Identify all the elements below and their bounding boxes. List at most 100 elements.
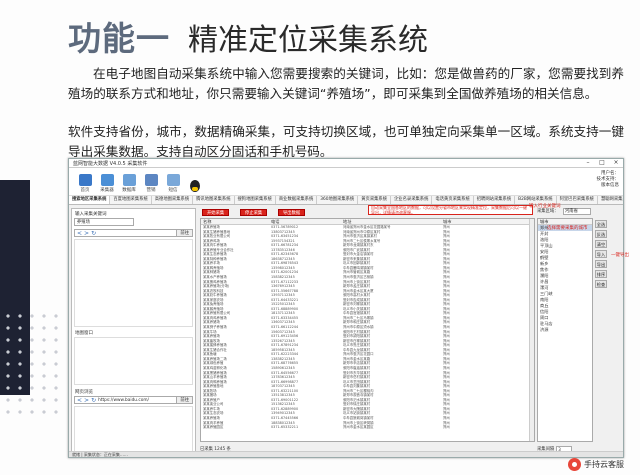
qq-icon xyxy=(190,180,200,192)
slide: 功能一 精准定位采集系统 在电子地图自动采集系统中输入您需要搜索的关键词，比如：… xyxy=(0,0,640,475)
maximize-icon[interactable]: □ xyxy=(595,159,609,167)
column-phone: 电话 xyxy=(271,219,280,224)
column-address: 地址 xyxy=(343,219,352,224)
region-button-4[interactable]: 导出 xyxy=(595,260,607,268)
province-select[interactable]: 河南省 xyxy=(563,208,591,215)
back-icon[interactable]: < xyxy=(77,397,82,404)
city-items: 郑州 开封 洛阳 平顶山 安阳 鹤壁 新乡 焦作 濮阳 许昌 漯河 三门峡 南阳 商丘 信阳 周口 驻马店 济源 xyxy=(538,225,592,333)
vertical-scrollbar[interactable] xyxy=(529,219,534,441)
window-title: 蓝网智能大数据 V4.0.5 采集软件 xyxy=(73,160,148,167)
toolbar-item-2[interactable]: 数据库 xyxy=(119,174,139,193)
refresh-icon[interactable]: ↻ xyxy=(91,397,96,404)
results-table[interactable]: 名称 电话 地址 城市 某某养殖场 0371-56789012 河南省郑州市金水区花… xyxy=(200,218,535,442)
search-label: 输入采集关键词 xyxy=(75,212,107,217)
description-paragraph-2: 软件支持省份，城市，数据精确采集，可支持切换区域，也可单独定向采集单一区域。系统… xyxy=(68,124,624,159)
region-button-2[interactable]: 清空 xyxy=(595,240,607,248)
watermark: 手持云客服 xyxy=(568,458,624,471)
tab-4[interactable]: 搜狗地图采集系统 xyxy=(234,196,276,204)
toolbar-info: 用户名： 技术支持： 版本信息 xyxy=(597,171,620,189)
table-row[interactable]: 某某养殖园区 0371-65332211 郑州市金水区某园区 郑州 xyxy=(201,425,534,430)
tab-12[interactable]: 阿里巴巴采集系统 xyxy=(556,196,598,204)
collector-icon xyxy=(100,174,114,186)
city-list[interactable]: 城市 郑州 开封 洛阳 平顶山 安阳 鹤壁 新乡 焦作 濮阳 许昌 漯河 三门峡 南阳 商丘 信阳 周口 驻马店… xyxy=(537,218,593,442)
toolbar-label: 营销 xyxy=(146,188,156,193)
annotation-export: 一键导出 xyxy=(611,253,629,258)
watermark-text: 手持云客服 xyxy=(584,460,624,469)
tab-2[interactable]: 高德地图采集系统 xyxy=(151,196,194,204)
toolbar-item-0[interactable]: 首页 xyxy=(75,174,95,193)
region-buttons: 全选反选清空导入导出排序检查 xyxy=(595,220,607,290)
title-prefix: 功能一 xyxy=(68,19,170,58)
province-value: 河南省 xyxy=(565,209,578,214)
status-bar: 就绪 | 采集状态：正在采集…… xyxy=(69,451,623,457)
tab-3[interactable]: 腾讯地图采集系统 xyxy=(193,196,235,204)
tab-10[interactable]: 招聘网站采集系统 xyxy=(473,196,516,204)
start-collect-button[interactable]: 开始采集 xyxy=(202,209,230,216)
browser-address-bar[interactable]: < > ↻ https://www.baidu.com/ 前往 xyxy=(74,396,193,404)
tab-7[interactable]: 黄页采集系统 xyxy=(358,196,392,204)
window-titlebar: 蓝网智能大数据 V4.0.5 采集软件 – □ × xyxy=(69,159,623,168)
tab-13[interactable]: 慧聪网采集系统 xyxy=(597,196,623,204)
close-icon[interactable]: × xyxy=(609,159,623,167)
forward-icon[interactable]: > xyxy=(84,397,89,404)
tab-1[interactable]: 百度地图采集系统 xyxy=(110,196,152,204)
browser-label: 网页浏览 xyxy=(75,390,93,395)
toolbar-item-5[interactable] xyxy=(185,180,205,193)
annotation-city: 选择需要采集的城市 xyxy=(547,226,588,231)
browser-pane[interactable] xyxy=(74,406,193,452)
browser-address-value: https://www.baidu.com/ xyxy=(98,397,150,403)
map-window-label: 地图窗口 xyxy=(75,331,93,336)
main-toolbar: 首页 采集器 数据库 营销 短信 用户名： 技术支持： 版本信息 xyxy=(69,168,623,196)
region-button-0[interactable]: 全选 xyxy=(595,220,607,228)
feature-annotation: 自动采集全国各地区的数据，可以设置分省市地区来实现精准定位，采集数据后可以一键导… xyxy=(368,205,533,215)
action-buttons: 开始采集 停止采集 导出数据 自动采集全国各地区的数据，可以设置分省市地区来实现… xyxy=(200,205,535,217)
home-icon xyxy=(78,174,92,186)
sms-icon xyxy=(166,174,180,186)
keyword-value: 养殖场 xyxy=(77,220,90,225)
tab-8[interactable]: 企业名录采集系统 xyxy=(391,196,433,204)
toolbar-info-line: 版本信息 xyxy=(601,183,619,188)
region-button-5[interactable]: 排序 xyxy=(595,270,607,278)
toolbar-label: 首页 xyxy=(80,188,90,193)
table-cell: 郑州市金水区某园区 xyxy=(343,425,374,430)
tab-5[interactable]: 商业数据采集系统 xyxy=(275,196,318,204)
left-panel: 输入采集关键词 养殖场 < > ↻ 前往 地图窗口 网页浏览 < > ↻ htt… xyxy=(71,208,196,454)
region-button-3[interactable]: 导入 xyxy=(595,250,607,258)
description-paragraph-1: 在电子地图自动采集系统中输入您需要搜索的关键词，比如：您是做兽药的厂家，您需要找… xyxy=(68,66,624,101)
go-button[interactable]: 前往 xyxy=(176,397,192,403)
app-window: 蓝网智能大数据 V4.0.5 采集软件 – □ × 首页 采集器 数据库 营销 短信 用户… xyxy=(68,158,629,458)
tab-6[interactable]: 360地图采集系统 xyxy=(317,196,359,204)
refresh-icon[interactable]: ↻ xyxy=(91,230,96,237)
map-pane-secondary[interactable] xyxy=(74,337,193,385)
column-city: 城市 xyxy=(443,219,452,224)
map-address-bar[interactable]: < > ↻ 前往 xyxy=(74,229,193,237)
slide-title: 功能一 精准定位采集系统 xyxy=(68,12,428,58)
annotation-keyword: 输入行业关键词 xyxy=(529,204,561,209)
window-controls: – □ × xyxy=(581,159,623,167)
toolbar-label: 短信 xyxy=(168,188,178,193)
toolbar-item-1[interactable]: 采集器 xyxy=(97,174,117,193)
table-body: 某某养殖场 0371-56789012 河南省郑州市金水区花园路某号 郑州 某某生猪养殖… xyxy=(201,225,534,430)
forward-icon[interactable]: > xyxy=(84,230,89,237)
tab-0[interactable]: 搜索地区采集系统 xyxy=(69,196,111,204)
keyword-input[interactable]: 养殖场 xyxy=(74,218,134,226)
toolbar-label: 采集器 xyxy=(100,188,114,193)
tab-9[interactable]: 电话黄页采集系统 xyxy=(432,196,474,204)
brand-logo-icon xyxy=(568,458,581,471)
export-data-button[interactable]: 导出数据 xyxy=(278,209,306,216)
results-panel: 开始采集 停止采集 导出数据 自动采集全国各地区的数据，可以设置分省市地区来实现… xyxy=(200,205,535,454)
city-item[interactable]: 济源 xyxy=(538,327,592,333)
toolbar-item-4[interactable]: 短信 xyxy=(163,174,183,193)
go-button[interactable]: 前往 xyxy=(176,230,192,236)
stop-collect-button[interactable]: 停止采集 xyxy=(240,209,268,216)
minimize-icon[interactable]: – xyxy=(581,159,595,167)
region-button-1[interactable]: 反选 xyxy=(595,230,607,238)
title-main: 精准定位采集系统 xyxy=(188,23,428,58)
table-cell: 0371-65332211 xyxy=(271,425,299,430)
map-pane[interactable] xyxy=(74,239,193,327)
mail-icon xyxy=(144,174,158,186)
back-icon[interactable]: < xyxy=(77,230,82,237)
region-button-6[interactable]: 检查 xyxy=(595,280,607,288)
table-cell: 某某养殖园区 xyxy=(203,425,224,430)
toolbar-item-3[interactable]: 营销 xyxy=(141,174,161,193)
